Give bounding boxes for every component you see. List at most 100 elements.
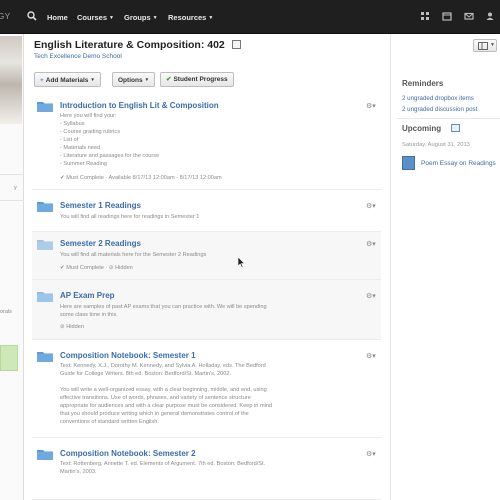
nav-groups-label: Groups — [124, 13, 151, 22]
material-folder[interactable]: AP Exam Prep ⚙▾ Here are samples of past… — [32, 280, 381, 340]
options-button[interactable]: Options ▼ — [112, 72, 156, 87]
reminder-link[interactable]: 2 ungraded dropbox items — [402, 95, 474, 102]
student-progress-label: Student Progress — [173, 76, 228, 83]
divider — [0, 200, 24, 201]
upcoming-date: Saturday, August 31, 2013 — [402, 142, 470, 148]
nav-home-label: Home — [47, 13, 68, 22]
right-sidebar: ▼ Reminders 2 ungraded dropbox items 2 u… — [390, 34, 500, 500]
logo[interactable]: GY — [0, 12, 11, 21]
gear-icon[interactable]: ⚙▾ — [366, 202, 377, 210]
page-title: English Literature & Composition: 402 — [34, 39, 225, 51]
material-desc-line: - Course grading rubrics — [60, 129, 121, 135]
material-folder[interactable]: Semester 2 Readings ⚙▾ You will find all… — [32, 232, 381, 280]
course-main: English Literature & Composition: 402 Te… — [24, 34, 390, 500]
course-info-icon[interactable] — [232, 40, 241, 49]
material-meta: ✔ Must Complete · Available 8/17/13 12:0… — [60, 175, 222, 181]
material-desc-line: You will find all readings here for read… — [60, 214, 200, 220]
nav-courses-label: Courses — [77, 13, 108, 22]
apps-icon[interactable] — [420, 11, 430, 21]
folder-icon — [37, 292, 53, 302]
material-meta: ✔ Must Complete · ⊘ Hidden — [60, 265, 133, 271]
school-link[interactable]: Tech Excellence Demo School — [34, 53, 122, 60]
chevron-down-icon: ▼ — [144, 77, 150, 82]
calendar-icon[interactable] — [451, 124, 460, 132]
material-desc-line: Text: Rottenberg, Annette T. ed. Element… — [60, 461, 266, 467]
nav-resources-label: Resources — [168, 13, 207, 22]
calendar-icon[interactable] — [442, 11, 452, 21]
material-desc-line: Here are samples of past AP exams that y… — [60, 304, 267, 310]
material-title[interactable]: Composition Notebook: Semester 1 — [60, 351, 196, 360]
material-desc-line: conventions of standard written English. — [60, 419, 159, 425]
material-desc-line: appropriate for audiences and with a cle… — [60, 403, 273, 409]
chevron-down-icon: ▼ — [109, 15, 114, 21]
material-desc-line: - Materials need — [60, 145, 101, 151]
add-materials-label: Add Materials — [45, 77, 89, 84]
mouse-cursor-icon — [238, 257, 246, 268]
material-desc-line: You will write a well-organized essay, w… — [60, 387, 267, 393]
nav-resources[interactable]: Resources ▼ — [168, 13, 213, 22]
gear-icon[interactable]: ⚙▾ — [366, 240, 377, 248]
top-navigation-bar: GY Home Courses ▼ Groups ▼ Resources ▼ — [0, 0, 500, 34]
material-folder[interactable]: Composition Notebook: Semester 2 ⚙▾ Text… — [32, 438, 381, 500]
search-icon[interactable] — [27, 11, 37, 21]
material-folder[interactable]: Semester 1 Readings ⚙▾ You will find all… — [32, 190, 381, 232]
reminder-link[interactable]: 2 ungraded discussion post — [402, 106, 477, 113]
layout-icon — [478, 42, 488, 50]
gear-icon[interactable]: ⚙▾ — [366, 102, 377, 110]
material-desc-line: some class time in this. — [60, 312, 118, 318]
material-desc-line: Text: Kennedy, X.J., Dorothy M. Kennedy,… — [60, 363, 266, 369]
material-desc-line: Martin's, 2003. — [60, 469, 97, 475]
material-desc-line: You will find all materials here for the… — [60, 252, 207, 258]
student-progress-button[interactable]: ✔ Student Progress — [160, 72, 234, 87]
left-hint-a: y — [14, 185, 17, 191]
checkmark-icon: ✔ — [166, 76, 172, 83]
folder-icon — [37, 240, 53, 250]
divider — [0, 174, 24, 175]
material-title[interactable]: Semester 1 Readings — [60, 201, 141, 210]
material-desc-line: - Summer Reading — [60, 161, 107, 167]
assignment-icon — [402, 156, 415, 170]
gear-icon[interactable]: ⚙▾ — [366, 292, 377, 300]
divider — [397, 118, 500, 119]
material-title[interactable]: Semester 2 Readings — [60, 239, 141, 248]
material-title[interactable]: Introduction to English Lit & Compositio… — [60, 101, 219, 110]
page-content: y orals English Literature & Composition… — [0, 34, 500, 500]
add-materials-button[interactable]: + Add Materials ▼ — [34, 72, 101, 87]
left-sidebar-green-box[interactable] — [0, 345, 18, 371]
folder-icon — [37, 352, 53, 362]
nav-groups[interactable]: Groups ▼ — [124, 13, 158, 22]
mail-icon[interactable] — [464, 11, 474, 21]
material-desc-line: - Syllabus — [60, 121, 85, 127]
material-desc-line: effective transitions. Use of words, phr… — [60, 395, 251, 401]
material-desc-line: - List of — [60, 137, 79, 143]
course-picture — [0, 36, 22, 124]
upcoming-event-link[interactable]: Poem Essay on Readings — [421, 160, 496, 167]
user-menu-icon[interactable] — [485, 11, 495, 21]
material-title[interactable]: AP Exam Prep — [60, 291, 115, 300]
reminders-heading: Reminders — [402, 79, 444, 88]
folder-icon — [37, 450, 53, 460]
gear-icon[interactable]: ⚙▾ — [366, 450, 377, 458]
material-folder[interactable]: Introduction to English Lit & Compositio… — [32, 94, 381, 190]
material-desc-line: that you should produce writing which in… — [60, 411, 249, 417]
chevron-down-icon: ▼ — [490, 42, 495, 48]
left-hint-b: orals — [0, 309, 12, 315]
nav-home[interactable]: Home — [47, 13, 68, 22]
chevron-down-icon: ▼ — [90, 77, 95, 82]
material-desc-line: Here you will find your: — [60, 113, 117, 119]
material-desc-line: Guide for College Writers. 8th ed. Bosto… — [60, 371, 232, 377]
nav-courses[interactable]: Courses ▼ — [77, 13, 114, 22]
material-folder[interactable]: Composition Notebook: Semester 1 ⚙▾ Text… — [32, 340, 381, 438]
folder-icon — [37, 202, 53, 212]
material-desc-line: - Literature and passages for the course — [60, 153, 160, 159]
material-title[interactable]: Composition Notebook: Semester 2 — [60, 449, 196, 458]
plus-icon: + — [40, 77, 44, 84]
material-meta: ⊘ Hidden — [60, 324, 84, 330]
chevron-down-icon: ▼ — [208, 15, 214, 21]
options-label: Options — [118, 77, 143, 84]
gear-icon[interactable]: ⚙▾ — [366, 352, 377, 360]
upcoming-heading: Upcoming — [402, 124, 442, 133]
layout-toggle-button[interactable]: ▼ — [473, 39, 497, 52]
chevron-down-icon: ▼ — [152, 15, 158, 21]
left-sidebar: y orals — [0, 34, 24, 500]
